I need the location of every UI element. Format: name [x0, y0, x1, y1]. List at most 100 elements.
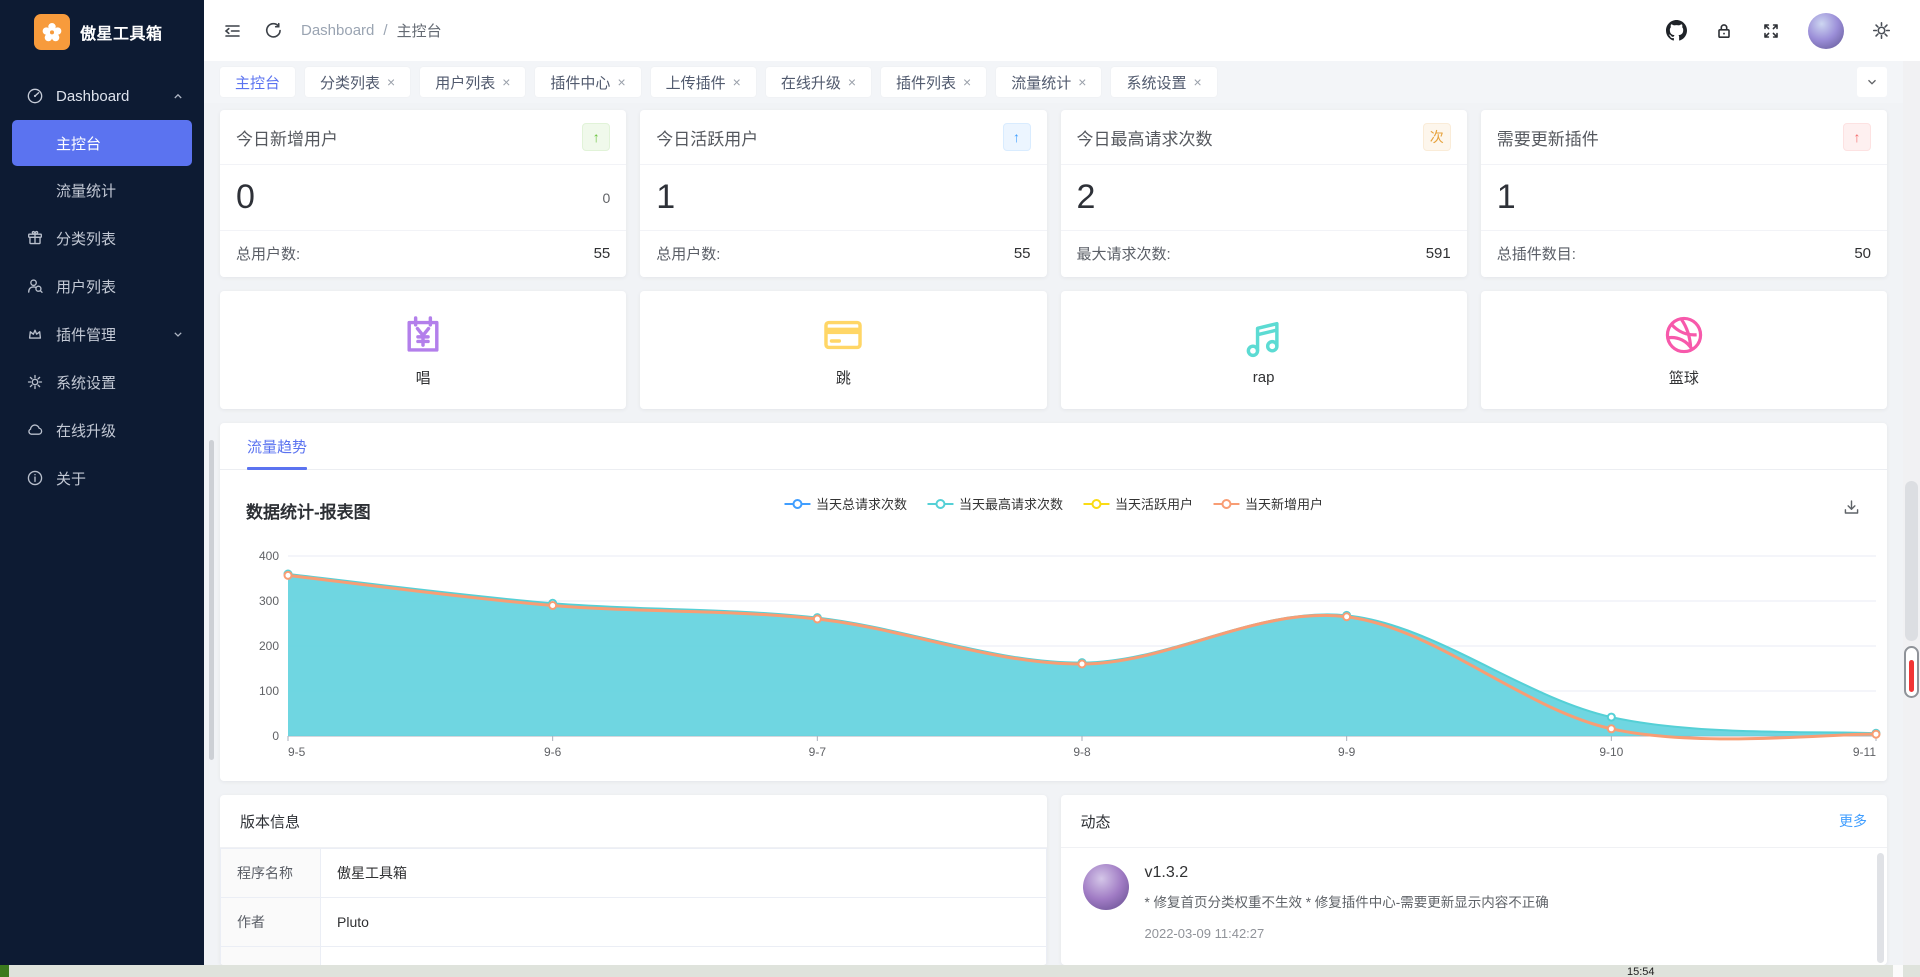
activity-timestamp: 2022-03-09 11:42:27: [1145, 926, 1549, 941]
area-chart[interactable]: 01002003004009-59-69-79-89-99-109-11: [236, 534, 1884, 774]
close-icon[interactable]: ×: [387, 75, 395, 89]
sidebar-item-label: 用户列表: [56, 276, 186, 297]
breadcrumb: Dashboard / 主控台: [301, 20, 442, 41]
stat-title: 今日最高请求次数: [1077, 125, 1213, 150]
tab-system-settings[interactable]: 系统设置×: [1111, 67, 1216, 97]
download-icon[interactable]: [1842, 498, 1861, 522]
page-scrollbar[interactable]: [1903, 61, 1920, 965]
sidebar-item-about[interactable]: 关于: [0, 454, 204, 502]
panel-title: 动态: [1081, 811, 1111, 832]
stat-footer-value: 591: [1426, 245, 1451, 262]
activity-card: 动态 更多 v1.3.2 * 修复首页分类权重不生效 * 修复插件中心-需要更新…: [1061, 795, 1888, 965]
close-icon[interactable]: ×: [733, 75, 741, 89]
icon-cards-row: 唱 跳 rap 篮球: [220, 291, 1887, 409]
sidebar-item-label: 关于: [56, 468, 186, 489]
app-logo: 傲星工具箱: [0, 0, 204, 64]
breadcrumb-separator: /: [383, 22, 387, 39]
scrollbar-thumb[interactable]: [1905, 481, 1918, 641]
collapse-sidebar-icon[interactable]: [222, 21, 242, 41]
svg-text:9-9: 9-9: [1338, 745, 1356, 759]
stat-footer-label: 总插件数目:: [1497, 243, 1576, 264]
github-icon[interactable]: [1666, 20, 1687, 41]
info-icon: [26, 469, 44, 487]
sidebar-item-label: 插件管理: [56, 324, 158, 345]
icon-card-sing[interactable]: 唱: [220, 291, 626, 409]
crown-icon: [26, 325, 44, 343]
tab-category-list[interactable]: 分类列表×: [305, 67, 410, 97]
sidebar-item-user-list[interactable]: 用户列表: [0, 262, 204, 310]
tab-traffic-trend[interactable]: 流量趋势: [247, 423, 307, 469]
sidebar-item-system-settings[interactable]: 系统设置: [0, 358, 204, 406]
close-icon[interactable]: ×: [1193, 75, 1201, 89]
svg-text:9-7: 9-7: [809, 745, 827, 759]
close-icon[interactable]: ×: [848, 75, 856, 89]
icon-card-basketball[interactable]: 篮球: [1481, 291, 1887, 409]
sidebar-item-label: 系统设置: [56, 372, 186, 393]
fullscreen-icon[interactable]: [1761, 21, 1781, 41]
tab-user-list[interactable]: 用户列表 ×: [420, 67, 525, 97]
main-content: 今日新增用户 ↑ 0 0 总用户数: 55 今日活跃用户 ↑ 1 总用户数: 5…: [204, 103, 1903, 965]
tab-plugin-list[interactable]: 插件列表×: [881, 67, 986, 97]
version-info-card: 版本信息 程序名称 傲星工具箱 作者 Pluto: [220, 795, 1047, 965]
icon-card-rap[interactable]: rap: [1061, 291, 1467, 409]
close-icon[interactable]: ×: [1078, 75, 1086, 89]
header: Dashboard / 主控台: [204, 0, 1920, 61]
tab-upload-plugin[interactable]: 上传插件×: [651, 67, 756, 97]
tab-label: 插件中心: [550, 72, 610, 93]
icon-card-dance[interactable]: 跳: [640, 291, 1046, 409]
tab-overflow-button[interactable]: [1857, 67, 1887, 97]
taskbar-fragment: [1893, 965, 1903, 977]
scrollbar-red-marker: [1904, 646, 1919, 698]
panel-scrollbar-thumb[interactable]: [1877, 853, 1884, 963]
chevron-up-icon: [170, 88, 186, 104]
stat-cards-row: 今日新增用户 ↑ 0 0 总用户数: 55 今日活跃用户 ↑ 1 总用户数: 5…: [220, 110, 1887, 277]
activity-description: * 修复首页分类权重不生效 * 修复插件中心-需要更新显示内容不正确: [1145, 891, 1549, 911]
sidebar-item-category-list[interactable]: 分类列表: [0, 214, 204, 262]
arrow-up-badge-icon: ↑: [582, 123, 610, 151]
refresh-icon[interactable]: [264, 21, 283, 40]
stat-title: 需要更新插件: [1497, 125, 1599, 150]
bottom-row: 版本信息 程序名称 傲星工具箱 作者 Pluto 动态 更多: [220, 795, 1887, 965]
gear-icon: [26, 373, 44, 391]
lock-icon[interactable]: [1714, 21, 1734, 41]
activity-item: v1.3.2 * 修复首页分类权重不生效 * 修复插件中心-需要更新显示内容不正…: [1061, 848, 1888, 957]
tab-online-upgrade[interactable]: 在线升级×: [766, 67, 871, 97]
close-icon[interactable]: ×: [963, 75, 971, 89]
legend-marker-icon: [1213, 498, 1239, 510]
tab-label: 用户列表: [435, 72, 495, 93]
legend-item-max-requests[interactable]: 当天最高请求次数: [927, 494, 1063, 513]
stat-footer-value: 55: [1014, 245, 1031, 262]
breadcrumb-current: 主控台: [397, 20, 442, 41]
close-icon[interactable]: ×: [502, 75, 510, 89]
sidebar-item-plugin-management[interactable]: 插件管理: [0, 310, 204, 358]
sidebar-item-traffic-stats[interactable]: 流量统计: [0, 166, 204, 214]
gear-icon[interactable]: [1871, 20, 1892, 41]
legend-marker-icon: [784, 498, 810, 510]
sidebar-item-online-upgrade[interactable]: 在线升级: [0, 406, 204, 454]
legend-label: 当天新增用户: [1245, 494, 1323, 513]
sidebar-item-dashboard[interactable]: Dashboard: [0, 72, 204, 120]
more-link[interactable]: 更多: [1839, 811, 1867, 831]
legend-item-total-requests[interactable]: 当天总请求次数: [784, 494, 907, 513]
flower-icon: [40, 20, 64, 44]
icon-card-label: 跳: [836, 367, 851, 388]
stat-footer-value: 50: [1854, 245, 1871, 262]
close-icon[interactable]: ×: [617, 75, 625, 89]
stat-card-max-requests: 今日最高请求次数 次 2 最大请求次数: 591: [1061, 110, 1467, 277]
icon-card-label: 篮球: [1669, 367, 1699, 388]
content-scrollbar-fragment[interactable]: [209, 440, 214, 760]
svg-text:0: 0: [272, 729, 279, 743]
icon-card-label: rap: [1253, 369, 1275, 386]
sidebar-item-console[interactable]: 主控台: [12, 120, 192, 166]
tab-plugin-center[interactable]: 插件中心 ×: [535, 67, 640, 97]
user-avatar[interactable]: [1808, 13, 1844, 49]
legend-item-active-users[interactable]: 当天活跃用户: [1083, 494, 1193, 513]
sidebar: 傲星工具箱 Dashboard 主控台 流量统计: [0, 0, 204, 965]
tab-console[interactable]: 主控台: [220, 67, 295, 97]
svg-text:9-6: 9-6: [544, 745, 562, 759]
legend-item-new-users[interactable]: 当天新增用户: [1213, 494, 1323, 513]
tab-traffic-stats[interactable]: 流量统计×: [996, 67, 1101, 97]
svg-text:9-11: 9-11: [1853, 745, 1876, 759]
credit-card-icon: [820, 312, 866, 358]
breadcrumb-parent[interactable]: Dashboard: [301, 22, 374, 39]
